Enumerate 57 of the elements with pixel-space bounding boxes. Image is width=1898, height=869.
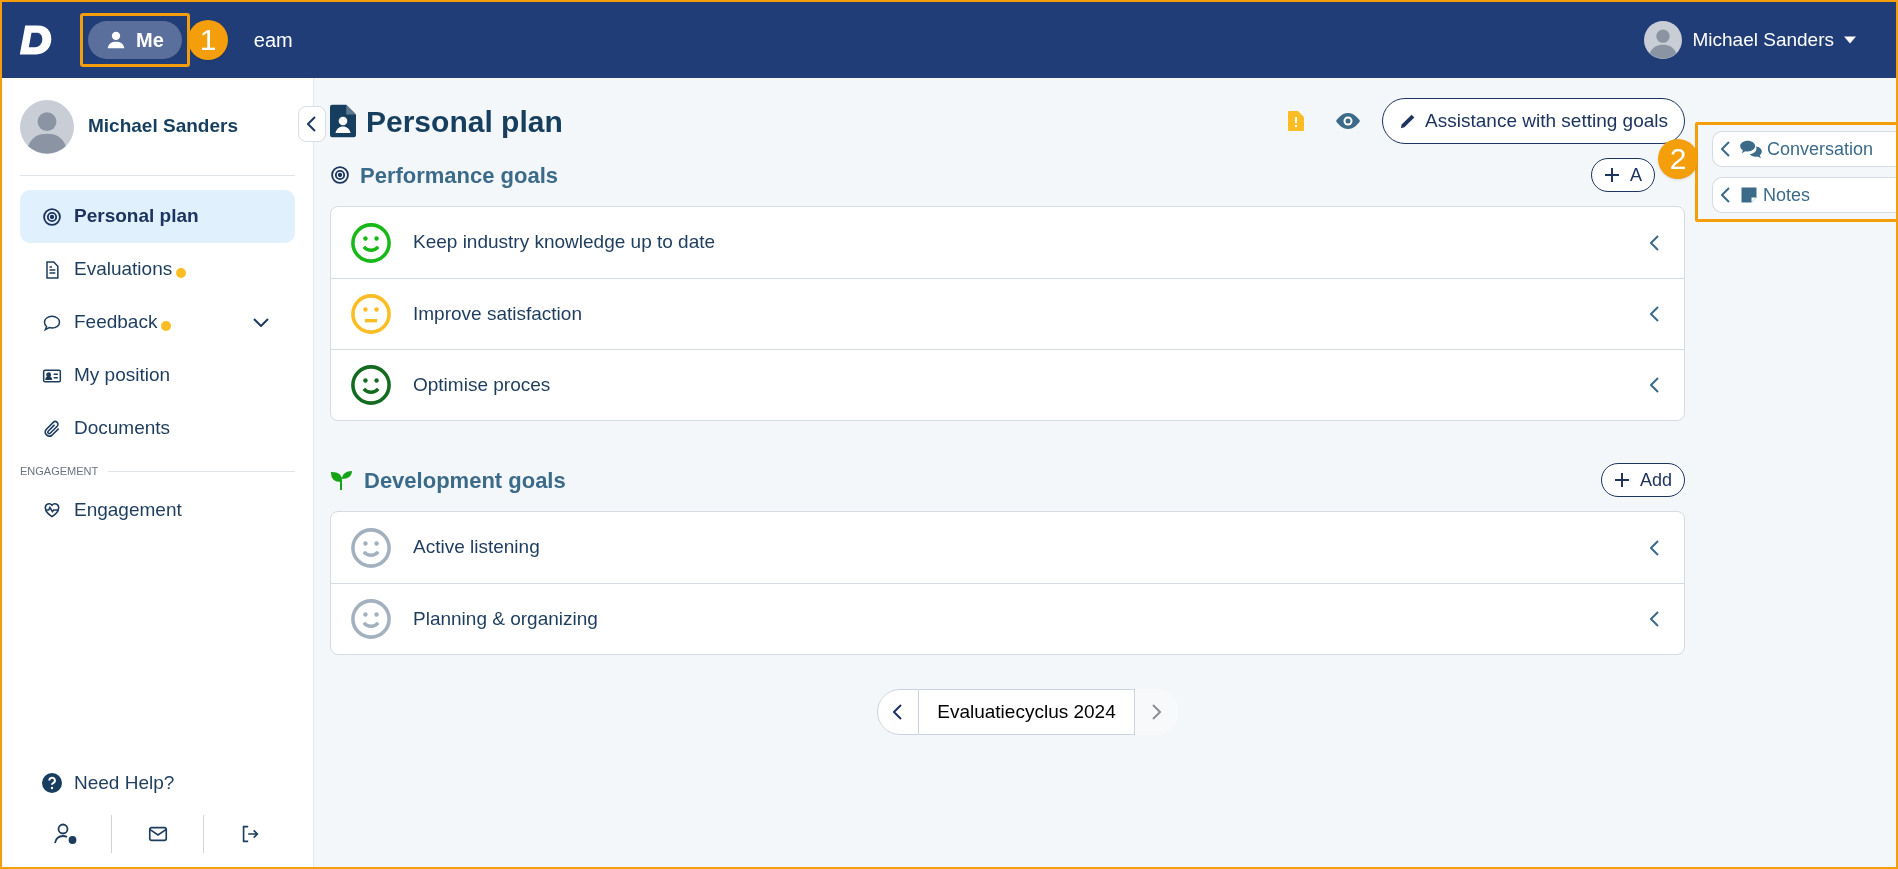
callout-badge: 2	[1658, 139, 1698, 179]
sidebar-item[interactable]: My position	[20, 349, 295, 402]
plus-icon	[1613, 472, 1630, 488]
sidebar-item[interactable]: Engagement	[20, 483, 295, 537]
paperclip-icon	[42, 418, 62, 439]
target-icon	[42, 206, 62, 227]
section-title: Performance goals	[360, 161, 559, 190]
help-link[interactable]: Need Help?	[20, 763, 295, 803]
user-settings-icon	[52, 822, 79, 846]
section-title: Development goals	[364, 466, 566, 495]
nav-tab[interactable]: Me	[88, 21, 182, 59]
sidebar-item[interactable]: Documents	[20, 402, 295, 455]
document-warning-icon	[1288, 111, 1305, 131]
chevron-left-icon	[1721, 141, 1731, 157]
avatar	[20, 99, 74, 154]
cycle-label: Evaluatiecyclus 2024	[919, 689, 1134, 735]
plus-icon	[1604, 167, 1620, 183]
sidebar-item[interactable]: Feedback	[20, 296, 295, 349]
heartbeat-icon	[42, 500, 62, 520]
add-button[interactable]: A	[1591, 158, 1655, 192]
note-icon	[1739, 185, 1759, 205]
chevron-left-icon	[307, 116, 317, 132]
chat-bubbles-icon	[1739, 139, 1763, 159]
goal-row[interactable]: Improve satisfaction	[331, 278, 1684, 349]
sprout-icon	[330, 468, 354, 492]
help-icon	[42, 773, 62, 793]
sidebar-item[interactable]: Personal plan	[20, 190, 295, 243]
chevron-left-icon	[1650, 611, 1660, 627]
section-label: ENGAGEMENT	[20, 464, 99, 479]
goal-row[interactable]: Optimise proces	[331, 349, 1684, 420]
chevron-left-icon	[1650, 377, 1660, 393]
side-tab[interactable]: Notes	[1712, 177, 1896, 213]
chevron-left-icon	[893, 704, 904, 720]
dropdown-caret-icon	[1844, 36, 1856, 44]
preview-button[interactable]	[1336, 113, 1361, 129]
goal-row[interactable]: Active listening	[331, 512, 1684, 583]
side-tab[interactable]: Conversation	[1712, 131, 1896, 167]
eye-icon	[1336, 113, 1361, 129]
sidebar-item[interactable]: Evaluations	[20, 243, 295, 296]
user-menu[interactable]: Michael Sanders	[1644, 21, 1856, 59]
avatar	[1644, 21, 1683, 59]
goal-row[interactable]: Keep industry knowledge up to date	[331, 207, 1684, 278]
person-icon	[106, 30, 126, 50]
document-person-icon	[330, 104, 356, 138]
collapse-button[interactable]	[298, 106, 326, 142]
target-icon	[330, 165, 350, 185]
nav-tab[interactable]: eam	[253, 21, 293, 59]
assist-button[interactable]: Assistance with setting goals	[1382, 98, 1685, 144]
add-button[interactable]: Add	[1600, 463, 1685, 497]
chevron-left-icon	[1650, 539, 1660, 556]
page-title: Personal plan	[366, 103, 563, 140]
chevron-left-icon	[1721, 187, 1731, 203]
user-name: Michael Sanders	[88, 114, 238, 139]
goal-row[interactable]: Planning & organizing	[331, 583, 1684, 654]
chevron-right-icon	[1151, 704, 1162, 720]
chevron-left-icon	[1650, 234, 1660, 251]
chevron-left-icon	[1650, 306, 1660, 322]
